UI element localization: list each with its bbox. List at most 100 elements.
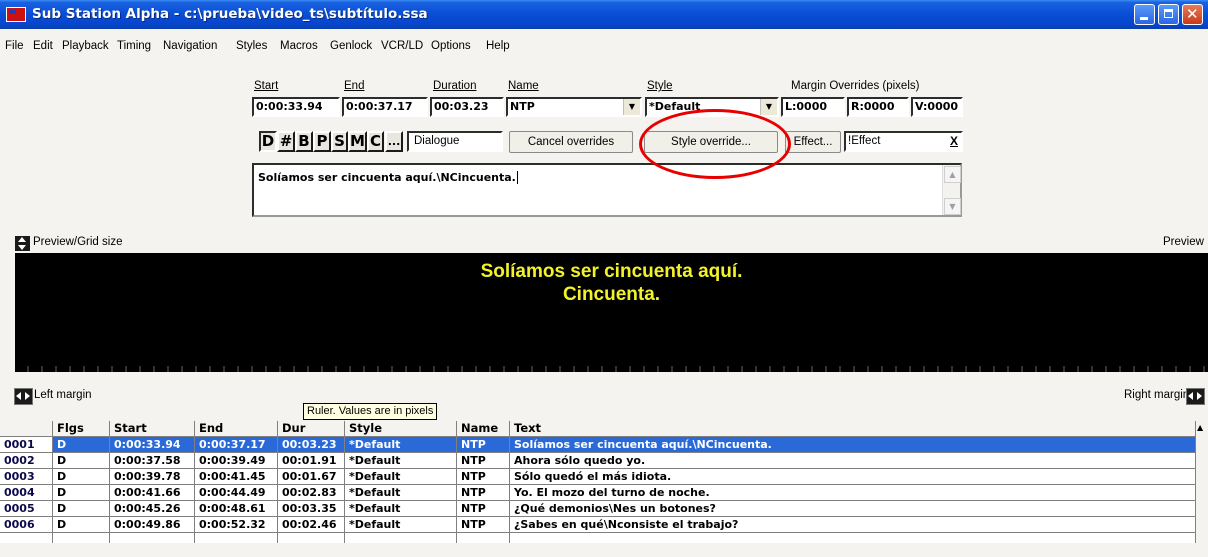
text-scrollbar[interactable]: ▲ ▼ — [942, 165, 961, 215]
row-flags: D — [53, 485, 110, 501]
grid-header-flags[interactable]: Flgs — [53, 421, 110, 437]
row-style: *Default — [345, 485, 457, 501]
table-row[interactable]: 0004 D 0:00:41.66 0:00:44.49 00:02.83 *D… — [0, 485, 1196, 501]
flags-more-button[interactable]: ... — [385, 131, 403, 152]
grid-header-style[interactable]: Style — [345, 421, 457, 437]
margin-vertical-field[interactable]: V:0000 — [911, 97, 963, 117]
left-margin-arrows-icon[interactable] — [14, 388, 33, 405]
row-start: 0:00:39.78 — [110, 469, 195, 485]
effect-clear-button[interactable]: X — [950, 133, 958, 150]
row-end: 0:00:39.49 — [195, 453, 278, 469]
row-start: 0:00:45.26 — [110, 501, 195, 517]
menu-help[interactable]: Help — [486, 40, 510, 52]
preview-subtitle: Solíamos ser cincuenta aquí. Cincuenta. — [15, 260, 1208, 306]
menu-timing[interactable]: Timing — [117, 40, 151, 52]
margin-right-field[interactable]: R:0000 — [847, 97, 909, 117]
row-flags: D — [53, 517, 110, 533]
menu-navigation[interactable]: Navigation — [163, 40, 217, 52]
grid-header: Flgs Start End Dur Style Name Text — [0, 421, 1196, 437]
menu-genlock[interactable]: Genlock — [330, 40, 372, 52]
row-index: 0005 — [0, 501, 53, 517]
flag-s-button[interactable]: S — [331, 131, 348, 152]
duration-field[interactable]: 00:03.23 — [430, 97, 504, 117]
row-flags: D — [53, 437, 110, 453]
grid-header-end[interactable]: End — [195, 421, 278, 437]
row-name: NTP — [457, 517, 510, 533]
chevron-down-icon[interactable]: ▼ — [623, 99, 640, 115]
minimize-button[interactable] — [1134, 4, 1155, 25]
app-icon[interactable] — [6, 7, 26, 22]
row-name: NTP — [457, 453, 510, 469]
row-index: 0003 — [0, 469, 53, 485]
grid-header-text[interactable]: Text — [510, 421, 1196, 437]
row-dur: 00:03.35 — [278, 501, 345, 517]
flag-b-button[interactable]: B — [295, 131, 313, 152]
style-label: Style — [647, 80, 673, 92]
table-row[interactable]: 0003 D 0:00:39.78 0:00:41.45 00:01.67 *D… — [0, 469, 1196, 485]
maximize-button[interactable] — [1158, 4, 1179, 25]
margin-overrides-label: Margin Overrides (pixels) — [791, 80, 920, 92]
grid-header-dur[interactable]: Dur — [278, 421, 345, 437]
menu-playback[interactable]: Playback — [62, 40, 109, 52]
row-dur: 00:01.67 — [278, 469, 345, 485]
title-bar[interactable]: Sub Station Alpha - c:\prueba\video_ts\s… — [0, 0, 1208, 29]
menu-file[interactable]: File — [5, 40, 24, 52]
menu-styles[interactable]: Styles — [236, 40, 267, 52]
row-flags — [53, 533, 110, 543]
row-end: 0:00:48.61 — [195, 501, 278, 517]
table-row[interactable]: 0001 D 0:00:33.94 0:00:37.17 00:03.23 *D… — [0, 437, 1196, 453]
menu-options[interactable]: Options — [431, 40, 471, 52]
preview-area[interactable]: Solíamos ser cincuenta aquí. Cincuenta. — [15, 253, 1208, 369]
table-row[interactable]: 0002 D 0:00:37.58 0:00:39.49 00:01.91 *D… — [0, 453, 1196, 469]
cancel-overrides-button[interactable]: Cancel overrides — [509, 131, 633, 153]
row-end: 0:00:52.32 — [195, 517, 278, 533]
preview-ruler[interactable] — [15, 366, 1208, 372]
row-dur: 00:02.83 — [278, 485, 345, 501]
effect-field[interactable]: !Effect X — [844, 131, 963, 152]
table-row-partial[interactable] — [0, 533, 1196, 543]
row-name: NTP — [457, 485, 510, 501]
row-dur: 00:03.23 — [278, 437, 345, 453]
menu-edit[interactable]: Edit — [33, 40, 53, 52]
right-margin-arrows-icon[interactable] — [1186, 388, 1205, 405]
row-style: *Default — [345, 469, 457, 485]
flag-m-button[interactable]: M — [348, 131, 367, 152]
row-text — [510, 533, 1196, 543]
table-row[interactable]: 0005 D 0:00:45.26 0:00:48.61 00:03.35 *D… — [0, 501, 1196, 517]
table-row[interactable]: 0006 D 0:00:49.86 0:00:52.32 00:02.46 *D… — [0, 517, 1196, 533]
menu-vcr-ld[interactable]: VCR/LD — [381, 40, 423, 52]
close-button[interactable] — [1182, 4, 1203, 25]
row-dur: 00:02.46 — [278, 517, 345, 533]
preview-label: Preview — [1163, 236, 1204, 248]
scroll-down-icon[interactable]: ▼ — [944, 198, 961, 215]
start-label: Start — [254, 80, 279, 92]
style-override-button[interactable]: Style override... — [644, 131, 778, 153]
updown-icon[interactable] — [15, 236, 30, 251]
row-style: *Default — [345, 517, 457, 533]
flag-d-button[interactable]: D — [259, 131, 277, 152]
scroll-up-icon[interactable]: ▲ — [944, 166, 961, 183]
style-combo[interactable]: *Default ▼ — [645, 97, 779, 117]
grid-scrollbar[interactable]: ▲ — [1196, 421, 1208, 557]
preview-line-1: Solíamos ser cincuenta aquí. — [480, 261, 743, 282]
flag-hash-button[interactable]: # — [277, 131, 295, 152]
name-combo[interactable]: NTP ▼ — [506, 97, 642, 117]
dialogue-type-field[interactable]: Dialogue — [407, 131, 503, 152]
margin-left-field[interactable]: L:0000 — [781, 97, 845, 117]
start-time-field[interactable]: 0:00:33.94 — [252, 97, 340, 117]
right-margin-label: Right margin — [1124, 389, 1190, 401]
flag-p-button[interactable]: P — [313, 131, 331, 152]
style-combo-value: *Default — [649, 100, 701, 113]
grid-header-name[interactable]: Name — [457, 421, 510, 437]
flag-c-button[interactable]: C — [367, 131, 384, 152]
row-text: ¿Sabes en qué\Nconsiste el trabajo? — [510, 517, 1196, 533]
effect-button[interactable]: Effect... — [785, 131, 841, 153]
chevron-down-icon[interactable]: ▼ — [760, 99, 777, 115]
end-time-field[interactable]: 0:00:37.17 — [342, 97, 428, 117]
row-name: NTP — [457, 437, 510, 453]
menu-macros[interactable]: Macros — [280, 40, 318, 52]
subtitle-text-editor[interactable]: Solíamos ser cincuenta aquí.\NCincuenta.… — [252, 163, 962, 217]
grid-header-start[interactable]: Start — [110, 421, 195, 437]
scroll-up-icon[interactable]: ▲ — [1197, 423, 1203, 432]
menu-bar: File Edit Playback Timing Navigation Sty… — [0, 40, 1208, 58]
